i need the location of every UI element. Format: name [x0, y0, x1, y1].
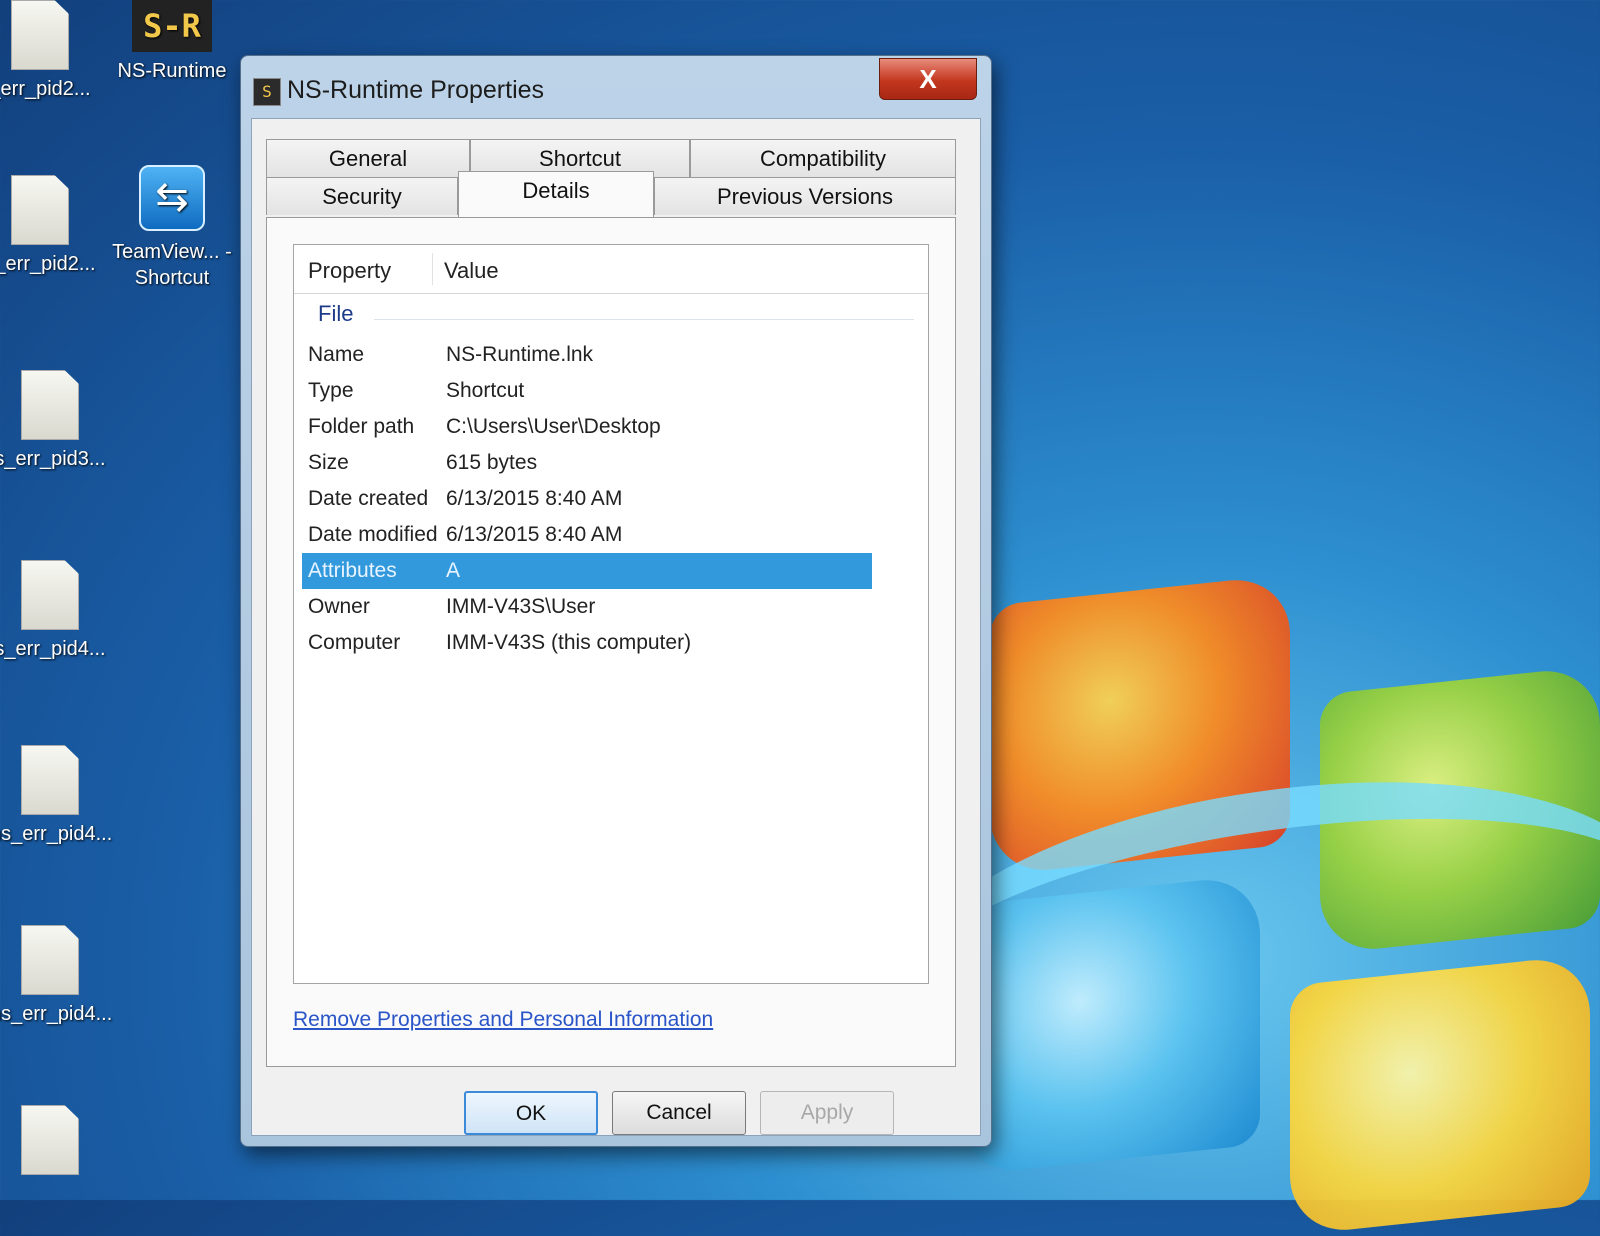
desktop-icon-label: TeamView... - Shortcut: [112, 241, 232, 289]
ns-runtime-icon: S-R: [132, 0, 212, 52]
desktop-icon-label: NS-Runtime: [117, 60, 227, 82]
desktop-icon-teamviewer[interactable]: TeamView... - Shortcut: [112, 165, 232, 291]
property-name: Date created: [308, 487, 429, 510]
list-header: Property Value: [294, 245, 928, 294]
remove-properties-link[interactable]: Remove Properties and Personal Informati…: [293, 1008, 713, 1032]
close-button[interactable]: X: [879, 58, 977, 100]
property-name: Size: [308, 451, 349, 474]
group-header-file: File: [318, 301, 354, 326]
property-name: Type: [308, 379, 354, 402]
desktop-icon-label: s_err_pid2...: [0, 253, 96, 275]
dialog-title: NS-Runtime Properties: [287, 76, 545, 104]
apply-button[interactable]: Apply: [760, 1091, 894, 1135]
table-row[interactable]: Date modified 6/13/2015 8:40 AM: [302, 517, 872, 553]
table-row[interactable]: Owner IMM-V43S\User: [302, 589, 872, 625]
file-icon: [21, 370, 79, 440]
tab-compatibility[interactable]: Compatibility: [690, 139, 956, 177]
table-row[interactable]: Size 615 bytes: [302, 445, 872, 481]
desktop-icon-err-log[interactable]: _err_pid2...: [0, 0, 100, 102]
tab-general[interactable]: General: [266, 139, 470, 177]
property-value: IMM-V43S\User: [446, 595, 596, 618]
property-name: Computer: [308, 631, 401, 654]
table-row-selected[interactable]: Attributes A: [302, 553, 872, 589]
property-name: Name: [308, 343, 365, 366]
column-header-value[interactable]: Value: [444, 258, 499, 284]
table-row[interactable]: Computer IMM-V43S (this computer): [302, 625, 872, 661]
dialog-client-area: General Shortcut Compatibility Security …: [251, 118, 981, 1136]
tab-security[interactable]: Security: [266, 177, 458, 215]
details-panel: Property Value File Name NS-Runtime.lnk …: [266, 217, 956, 1067]
group-divider: [374, 319, 914, 320]
file-icon: [21, 560, 79, 630]
property-value: 6/13/2015 8:40 AM: [446, 523, 623, 546]
column-header-property[interactable]: Property: [308, 258, 391, 284]
desktop-icon-label: s_err_pid3...: [0, 448, 106, 470]
property-value: Shortcut: [446, 379, 525, 402]
tab-details[interactable]: Details: [458, 171, 654, 217]
property-value: 6/13/2015 8:40 AM: [446, 487, 623, 510]
property-name: Folder path: [308, 415, 415, 438]
property-name: Owner: [308, 595, 370, 618]
file-icon: [11, 175, 69, 245]
tab-previous-versions[interactable]: Previous Versions: [654, 177, 956, 215]
property-value: 615 bytes: [446, 451, 538, 474]
property-value: IMM-V43S (this computer): [446, 631, 692, 654]
property-value: C:\Users\User\Desktop: [446, 415, 661, 438]
title-bar[interactable]: S NS-Runtime Properties X: [241, 56, 991, 118]
file-icon: [21, 745, 79, 815]
desktop-icon-err-log[interactable]: s_err_pid2...: [0, 175, 100, 277]
desktop-icon-file[interactable]: [0, 1105, 110, 1181]
desktop-icon-err-log[interactable]: hs_err_pid4...: [0, 925, 113, 1027]
file-icon: [21, 925, 79, 995]
column-separator[interactable]: [432, 253, 433, 285]
desktop-icon-label: ns_err_pid4...: [0, 823, 113, 845]
file-icon: [21, 1105, 79, 1175]
desktop-icon-err-log[interactable]: s_err_pid3...: [0, 370, 110, 472]
ok-button[interactable]: OK: [464, 1091, 598, 1135]
desktop-icon-label: _err_pid2...: [0, 78, 91, 100]
desktop-icon-label: s_err_pid4...: [0, 638, 106, 660]
property-name: Date modified: [308, 523, 438, 546]
property-name: Attributes: [308, 559, 397, 582]
table-row[interactable]: Folder path C:\Users\User\Desktop: [302, 409, 872, 445]
property-value: NS-Runtime.lnk: [446, 343, 594, 366]
desktop-icon-err-log[interactable]: ns_err_pid4...: [0, 745, 113, 847]
desktop-icon-label: hs_err_pid4...: [0, 1003, 113, 1025]
property-rows: Name NS-Runtime.lnk Type Shortcut Folder…: [302, 337, 872, 661]
teamviewer-icon: [139, 165, 205, 231]
table-row[interactable]: Name NS-Runtime.lnk: [302, 337, 872, 373]
tab-strip: General Shortcut Compatibility Security …: [266, 139, 956, 219]
table-row[interactable]: Type Shortcut: [302, 373, 872, 409]
cancel-button[interactable]: Cancel: [612, 1091, 746, 1135]
desktop: _err_pid2... s_err_pid2... s_err_pid3...…: [0, 0, 1600, 1236]
table-row[interactable]: Date created 6/13/2015 8:40 AM: [302, 481, 872, 517]
file-icon: [11, 0, 69, 70]
properties-dialog: S NS-Runtime Properties X General Shortc…: [240, 55, 992, 1147]
shortcut-icon: S: [253, 78, 281, 106]
desktop-icon-ns-runtime[interactable]: S-R NS-Runtime: [112, 0, 232, 84]
desktop-icon-err-log[interactable]: s_err_pid4...: [0, 560, 110, 662]
windows-logo: [882, 560, 1600, 1236]
property-value: A: [446, 559, 461, 582]
property-list[interactable]: Property Value File Name NS-Runtime.lnk …: [293, 244, 929, 984]
